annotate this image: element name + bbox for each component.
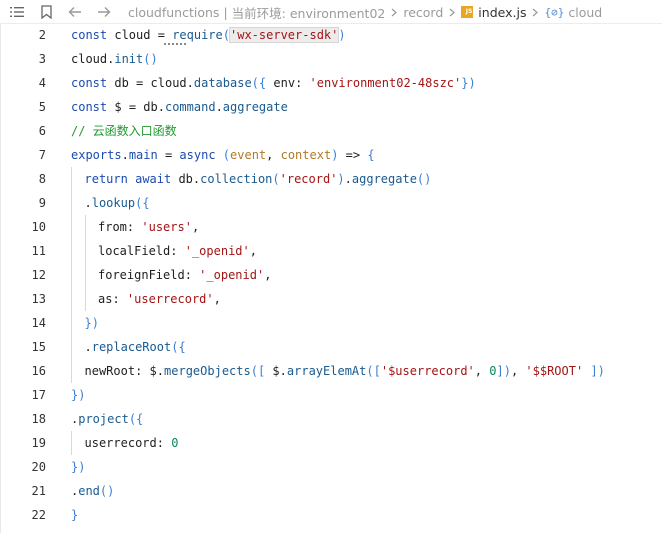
editor-toolbar: cloudfunctions | 当前环境: environment02 rec… (0, 0, 662, 24)
code-line[interactable]: 15 .replaceRoot({ (0, 335, 662, 359)
js-file-icon: JS (461, 6, 474, 18)
breadcrumb-divider: | (223, 4, 228, 20)
chevron-right-icon (391, 8, 398, 17)
code-text: // 云函数入口函数 (71, 124, 177, 138)
breadcrumb-file[interactable]: index.js (478, 5, 526, 20)
code-line[interactable]: 6 // 云函数入口函数 (0, 119, 662, 143)
code-line[interactable]: 14}) (0, 311, 662, 335)
code-line[interactable]: 4 const db = cloud.database({ env: 'envir… (0, 71, 662, 95)
code-text: const cloud = require('wx-server-sdk') (71, 27, 346, 43)
code-text: foreignField: '_openid', (98, 268, 272, 282)
code-text: .end() (71, 484, 115, 498)
chevron-right-icon (532, 8, 539, 17)
code-line[interactable]: 19 userrecord: 0 (0, 431, 662, 455)
code-text: userrecord: 0 (84, 436, 179, 450)
line-number: 2 (38, 28, 46, 42)
code-line[interactable]: 7 exports.main = async (event, context) =… (0, 143, 662, 167)
line-number: 3 (38, 52, 46, 66)
code-line[interactable]: 9 .lookup({ (0, 191, 662, 215)
code-text: return await db.collection('record').agg… (84, 172, 432, 186)
arrow-left-icon[interactable] (67, 0, 83, 24)
line-number: 14 (31, 316, 46, 330)
code-line[interactable]: 2 const cloud = require('wx-server-sdk') (0, 23, 662, 47)
line-number: 6 (38, 124, 46, 138)
hint-dots (164, 42, 186, 45)
code-text: newRoot: $.mergeObjects([ $.arrayElemAt(… (84, 364, 605, 378)
indent-guide (71, 335, 72, 359)
line-number: 16 (31, 364, 46, 378)
code-text: .lookup({ (84, 196, 150, 210)
code-line[interactable]: 21 .end() (0, 479, 662, 503)
indent-guide (84, 287, 86, 311)
code-text: as: 'userrecord', (98, 292, 221, 306)
indent-guide (71, 215, 72, 239)
line-number: 20 (31, 460, 46, 474)
line-number: 18 (31, 412, 46, 426)
indent-guide (71, 167, 72, 191)
code-line[interactable]: 10 from: 'users', (0, 215, 662, 239)
code-line[interactable]: 12 foreignField: '_openid', (0, 263, 662, 287)
code-text: }) (71, 388, 86, 402)
code-text: cloud.init() (71, 52, 158, 66)
line-number: 9 (38, 196, 46, 210)
line-number: 8 (38, 172, 46, 186)
code-line[interactable]: 17}) (0, 383, 662, 407)
indent-guide (71, 263, 72, 287)
breadcrumb-root[interactable]: cloudfunctions (128, 5, 219, 20)
breadcrumb: cloudfunctions | 当前环境: environment02 rec… (128, 0, 602, 24)
code-text: exports.main = async (event, context) =>… (71, 148, 375, 162)
arrow-right-icon[interactable] (96, 0, 112, 24)
symbol-icon: {⊘} (544, 5, 565, 19)
code-line[interactable]: 3 cloud.init() (0, 47, 662, 71)
bookmark-icon[interactable] (39, 0, 53, 24)
line-number: 5 (38, 100, 46, 114)
breadcrumb-env[interactable]: 当前环境: environment02 (232, 3, 386, 22)
code-text: from: 'users', (98, 220, 200, 234)
line-number: 10 (31, 220, 46, 234)
code-line[interactable]: 5 const $ = db.command.aggregate (0, 95, 662, 119)
code-text: const $ = db.command.aggregate (71, 100, 288, 114)
indent-guide (84, 215, 86, 239)
code-line[interactable]: 20}) (0, 455, 662, 479)
line-number: 21 (31, 484, 46, 498)
line-number: 11 (31, 244, 46, 258)
line-number: 19 (31, 436, 46, 450)
code-line[interactable]: 11 localField: '_openid', (0, 239, 662, 263)
line-number: 13 (31, 292, 46, 306)
code-text: localField: '_openid', (98, 244, 257, 258)
line-number: 22 (31, 508, 46, 522)
indent-guide (84, 239, 86, 263)
code-text: .project({ (71, 412, 144, 426)
indent-guide (71, 287, 72, 311)
code-line[interactable]: 18 .project({ (0, 407, 662, 431)
chevron-right-icon (449, 8, 456, 17)
code-text: .replaceRoot({ (84, 340, 186, 354)
code-text: } (71, 508, 79, 522)
code-line[interactable]: 22} (0, 503, 662, 527)
list-icon[interactable] (8, 0, 26, 24)
indent-guide (71, 431, 72, 455)
line-number: 12 (31, 268, 46, 282)
indent-guide (71, 239, 72, 263)
code-line[interactable]: 8 return await db.collection('record').ag… (0, 167, 662, 191)
breadcrumb-symbol[interactable]: cloud (568, 5, 602, 20)
code-text: const db = cloud.database({ env: 'enviro… (71, 76, 476, 90)
code-line[interactable]: 16 newRoot: $.mergeObjects([ $.arrayElemA… (0, 359, 662, 383)
indent-guide (71, 311, 72, 335)
line-number: 17 (31, 388, 46, 402)
indent-guide (71, 191, 72, 215)
breadcrumb-folder[interactable]: record (403, 5, 443, 20)
code-text: }) (71, 460, 86, 474)
line-number: 15 (31, 340, 46, 354)
indent-guide (84, 263, 86, 287)
code-text: }) (84, 316, 99, 330)
code-line[interactable]: 13 as: 'userrecord', (0, 287, 662, 311)
line-number: 4 (38, 76, 46, 90)
line-number: 7 (38, 148, 46, 162)
code-editor[interactable]: 2 const cloud = require('wx-server-sdk') 3… (0, 24, 662, 533)
indent-guide (71, 359, 72, 383)
